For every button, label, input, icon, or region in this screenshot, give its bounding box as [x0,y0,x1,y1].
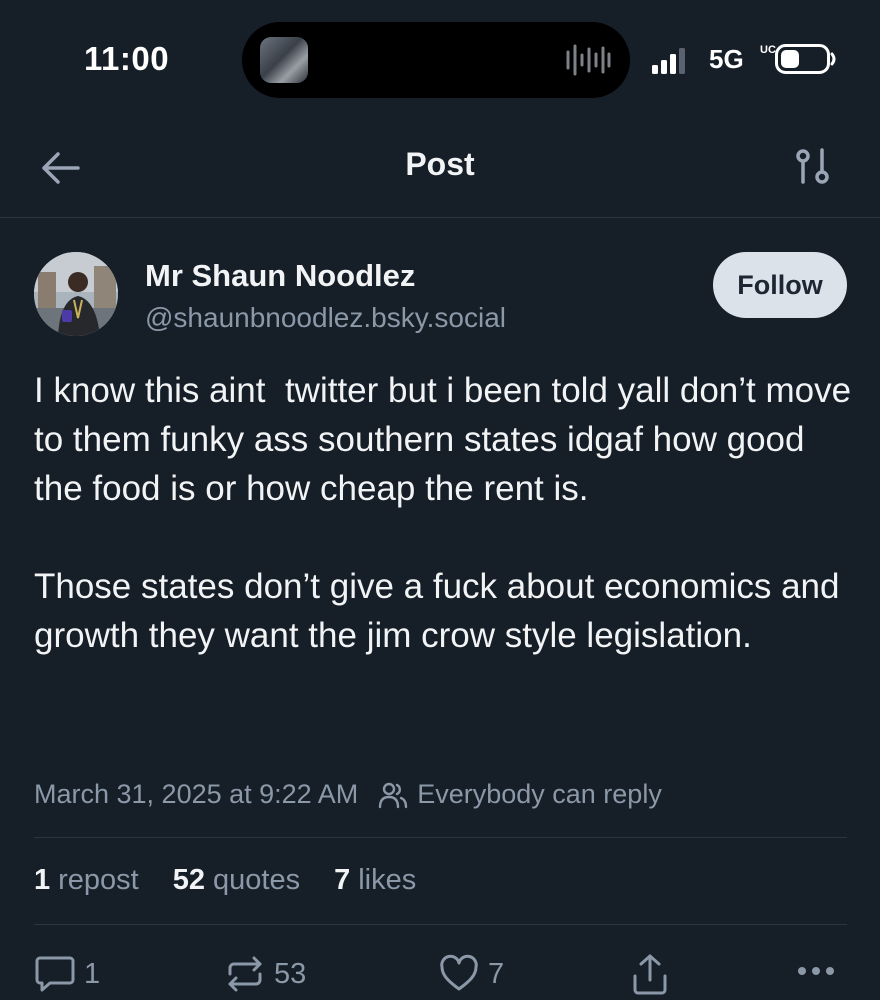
post-meta: March 31, 2025 at 9:22 AM Everybody can … [34,779,662,810]
people-icon [379,782,408,808]
reply-button[interactable]: 1 [34,954,100,994]
status-time: 11:00 [84,40,170,77]
follow-button[interactable]: Follow [713,252,847,318]
audio-waveform-icon [566,44,611,76]
like-icon [440,954,478,991]
reposts-label: repost [58,864,139,896]
reposts-stat[interactable]: 1 repost [34,864,139,897]
likes-label: likes [358,864,417,896]
share-button[interactable] [630,952,670,996]
reposts-count: 1 [34,864,51,896]
post-text: I know this aint twitter but i been told… [34,366,854,660]
reply-icon [35,956,75,992]
author-handle[interactable]: @shaunbnoodlez.bsky.social [145,302,506,334]
post-paragraph: I know this aint twitter but i been told… [34,371,861,508]
quotes-count: 52 [172,864,206,896]
like-button[interactable]: 7 [438,954,504,994]
now-playing-thumbnail [260,37,308,83]
post-timestamp: March 31, 2025 at 9:22 AM [34,779,359,809]
more-button[interactable] [796,964,836,978]
repost-icon [228,956,262,992]
likes-stat[interactable]: 7 likes [334,864,416,897]
repost-button[interactable]: 53 [224,954,306,994]
quotes-label: quotes [213,864,301,896]
share-icon [633,954,667,995]
reply-setting[interactable]: Everybody can reply [417,779,662,810]
post-actions: 1 53 7 [0,950,880,1000]
post-header: Post [0,120,880,218]
engagement-stats: 1 repost 52 quotes 7 likes [34,864,450,897]
reply-count: 1 [84,957,101,990]
more-icon [798,967,834,975]
post-paragraph: Those states don’t give a fuck about eco… [34,567,850,655]
page-title: Post [405,146,475,182]
dynamic-island[interactable] [242,22,630,98]
quotes-stat[interactable]: 52 quotes [173,864,300,897]
post-screen: 11:00 5G UC Post Mr Shaun Noodlez @shaun… [0,0,880,1000]
author-name[interactable]: Mr Shaun Noodlez [145,258,415,294]
repost-count: 53 [274,957,307,990]
likes-count: 7 [334,864,351,896]
like-count: 7 [488,957,505,990]
network-type: 5G [709,44,744,74]
divider [34,924,847,925]
battery-icon [775,44,836,74]
avatar-image [34,252,118,336]
filter-sliders-icon[interactable] [790,144,836,190]
divider [34,837,847,838]
signal-bars-icon [652,48,685,74]
network-sup: UC [760,44,776,56]
status-bar: 11:00 5G UC [0,0,880,120]
avatar[interactable] [34,252,118,336]
